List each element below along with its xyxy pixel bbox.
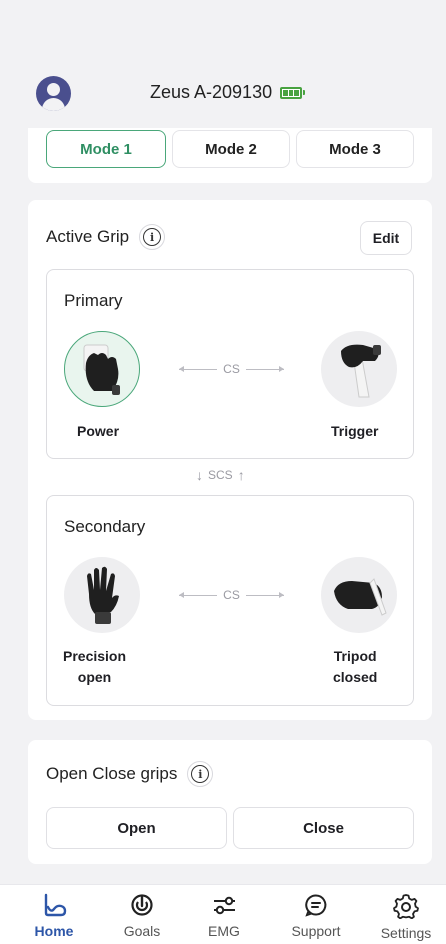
nav-label-settings: Settings [380,925,432,941]
primary-cs-link: CS [179,362,285,376]
battery-icon [280,86,306,99]
open-close-heading: Open Close grips i [46,761,214,787]
tripod-closed-grip-button[interactable] [321,557,397,633]
primary-cs-label: CS [223,362,240,376]
active-grip-heading: Active Grip i [46,224,166,250]
power-grip-label: Power [77,423,120,439]
info-icon[interactable]: i [139,224,166,250]
goals-icon [131,894,153,916]
nav-item-support[interactable]: Support [276,893,356,939]
mode-2-button[interactable]: Mode 2 [172,130,290,168]
avatar[interactable] [36,76,71,111]
edit-button[interactable]: Edit [360,221,412,255]
primary-grip-box: Primary Power CS Trigger [46,269,414,459]
nav-item-emg[interactable]: EMG [184,893,264,939]
trigger-grip-button[interactable] [321,331,397,407]
support-icon [305,894,327,917]
nav-item-goals[interactable]: Goals [102,893,182,939]
primary-title: Primary [64,291,123,310]
tripod-closed-grip-label: Tripod closed [333,648,378,685]
open-hand-icon [87,566,119,624]
secondary-grip-box: Secondary Precision open CS Tripod close… [46,495,414,706]
device-title: Zeus A-209130 [150,82,306,103]
nav-item-settings[interactable]: Settings [366,893,446,941]
active-grip-card: Active Grip i Edit Primary Power CS Trig… [28,200,432,720]
secondary-cs-label: CS [223,588,240,602]
precision-open-grip-label: Precision open [63,648,127,685]
secondary-cs-link: CS [179,588,285,602]
secondary-title: Secondary [64,517,146,536]
power-grip-button[interactable] [64,331,140,407]
nav-label-goals: Goals [123,923,161,939]
trigger-hand-icon [341,344,381,398]
settings-icon [393,894,419,919]
bottom-nav: Home Goals EMG Support Settings [0,884,446,944]
emg-icon [214,896,235,915]
nav-label-support: Support [291,923,341,939]
close-grip-button[interactable]: Close [233,807,414,849]
device-name: Zeus A-209130 [150,82,273,102]
home-icon [44,893,67,917]
mode-selector: Mode 1 Mode 2 Mode 3 [28,128,432,183]
scs-switch-link: ↓ SCS ↑ [196,467,245,483]
scs-label: SCS [208,468,233,482]
nav-item-home[interactable]: Home [14,893,94,939]
open-grip-button[interactable]: Open [46,807,227,849]
nav-label-home: Home [34,923,74,939]
mode-3-button[interactable]: Mode 3 [296,130,414,168]
info-icon[interactable]: i [187,761,214,787]
open-close-grips-card: Open Close grips i Open Close [28,740,432,864]
glove-hand-icon [83,344,120,395]
open-close-title: Open Close grips [46,764,178,783]
app-header: Zeus A-209130 [0,0,446,140]
active-grip-title: Active Grip [46,227,130,246]
precision-open-grip-button[interactable] [64,557,140,633]
nav-label-emg: EMG [208,923,240,939]
fist-hand-icon [334,578,387,616]
mode-1-button[interactable]: Mode 1 [46,130,166,168]
trigger-grip-label: Trigger [331,423,379,439]
